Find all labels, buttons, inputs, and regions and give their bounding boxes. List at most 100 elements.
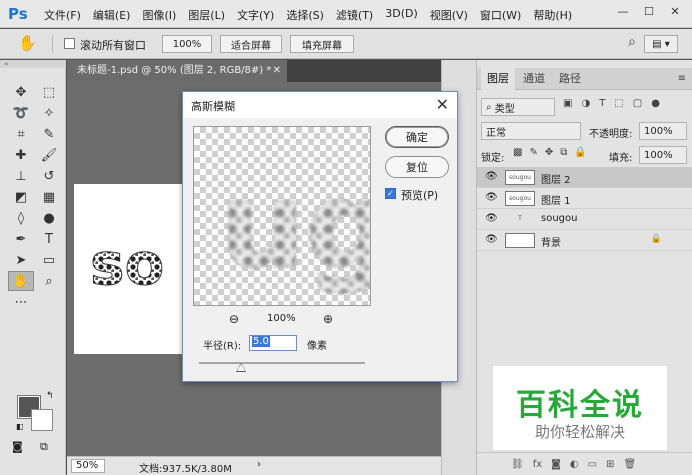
search-icon[interactable]: ⌕ [628,34,636,50]
swap-colors-icon[interactable]: ↰ [46,391,54,401]
menu-edit[interactable]: 编辑(E) [93,7,131,23]
brush-tool-icon[interactable]: 🖌 [36,145,62,165]
layer-row[interactable]: 👁 背景 🔒 [477,230,692,251]
add-mask-icon[interactable]: ◙ [551,459,561,470]
zoom-100-button[interactable]: 100% [162,35,212,53]
stamp-tool-icon[interactable]: ⊥ [8,166,34,186]
layer-row[interactable]: 👁 T sougou [477,209,692,230]
maximize-icon[interactable]: ☐ [638,3,660,19]
marquee-tool-icon[interactable]: ⬚ [36,82,62,102]
dialog-close-icon[interactable]: ✕ [436,95,449,114]
menu-image[interactable]: 图像(I) [142,7,176,23]
close-icon[interactable]: ✕ [664,3,686,19]
healing-brush-icon[interactable]: ✚ [8,145,34,165]
menu-layer[interactable]: 图层(L) [188,7,225,23]
ok-button[interactable]: 确定 [385,126,449,148]
zoom-tool-icon[interactable]: ⌕ [36,271,62,291]
status-menu-arrow-icon[interactable]: › [257,459,261,470]
dialog-title-bar[interactable]: 高斯模糊 ✕ [183,92,457,118]
workspace-switcher-icon[interactable]: ▤ ▾ [644,35,678,53]
lock-artboard-icon[interactable]: ⧉ [560,147,567,165]
filter-shape-icon[interactable]: ⬚ [614,98,623,116]
blend-mode-select[interactable]: 正常 [481,122,581,140]
menu-view[interactable]: 视图(V) [430,7,468,23]
lasso-tool-icon[interactable]: ➰ [8,103,34,123]
default-colors-icon[interactable]: ◧ [16,422,24,431]
layer-thumbnail: sougou [505,170,535,185]
visibility-eye-icon[interactable]: 👁 [485,171,498,182]
menu-3d[interactable]: 3D(D) [385,7,418,23]
tab-channels[interactable]: 通道 [517,68,551,90]
menu-help[interactable]: 帮助(H) [533,7,572,23]
menu-type[interactable]: 文字(Y) [237,7,274,23]
lock-pixels-icon[interactable]: ✎ [529,147,537,165]
fill-field[interactable]: 100% [639,146,687,164]
menu-file[interactable]: 文件(F) [44,7,81,23]
blur-tool-icon[interactable]: ◊ [8,208,34,228]
history-brush-icon[interactable]: ↺ [36,166,62,186]
crop-tool-icon[interactable]: ⌗ [8,124,34,144]
visibility-eye-icon[interactable]: 👁 [485,192,498,203]
layer-thumbnail [505,233,535,248]
panel-grip[interactable]: « [0,60,66,68]
reset-button[interactable]: 复位 [385,156,449,178]
eyedropper-icon[interactable]: ✎ [36,124,62,144]
status-zoom-field[interactable]: 50% [71,459,105,473]
radius-input[interactable]: 5.0 [249,335,297,351]
preview-zoom-value: 100% [267,313,296,324]
menu-select[interactable]: 选择(S) [286,7,324,23]
hand-tool-preset-icon[interactable]: ✋ [18,34,37,52]
move-tool-icon[interactable]: ✥ [8,82,34,102]
new-layer-icon[interactable]: ⊞ [606,459,614,470]
zoom-out-icon[interactable]: ⊖ [229,312,239,326]
opacity-field[interactable]: 100% [639,122,687,140]
filter-pixel-icon[interactable]: ▣ [563,98,572,116]
document-tab[interactable]: 未标题-1.psd @ 50% (图层 2, RGB/8#) * ✕ [67,60,287,82]
minimize-icon[interactable]: — [612,3,634,19]
radius-slider-thumb[interactable] [236,363,246,372]
tab-paths[interactable]: 路径 [553,68,587,90]
scroll-all-windows-checkbox[interactable] [64,38,75,49]
lock-position-icon[interactable]: ✥ [545,147,553,165]
type-tool-icon[interactable]: T [36,229,62,249]
layer-filter-select[interactable]: ⌕ 类型 [481,98,555,116]
shape-tool-icon[interactable]: ▭ [36,250,62,270]
visibility-eye-icon[interactable]: 👁 [485,213,498,224]
lock-all-icon[interactable]: 🔒 [574,147,586,165]
lock-transparent-icon[interactable]: ▩ [513,147,522,165]
eraser-tool-icon[interactable]: ◩ [8,187,34,207]
more-tools-icon[interactable]: ⋯ [8,292,34,312]
tab-layers[interactable]: 图层 [481,68,515,90]
filter-smart-icon[interactable]: ▢ [633,98,642,116]
filter-toggle-icon[interactable]: ● [651,98,660,116]
layer-row[interactable]: 👁 sougou 图层 1 [477,188,692,209]
preview-checkbox[interactable]: ✓ [385,188,396,199]
visibility-eye-icon[interactable]: 👁 [485,234,498,245]
document-close-icon[interactable]: ✕ [273,60,281,82]
zoom-in-icon[interactable]: ⊕ [323,312,333,326]
path-select-icon[interactable]: ➤ [8,250,34,270]
quick-mask-icon[interactable]: ◙ [12,440,23,453]
pen-tool-icon[interactable]: ✒ [8,229,34,249]
hand-tool-icon[interactable]: ✋ [8,271,34,291]
radius-slider-track[interactable] [199,362,365,364]
filter-type-icon[interactable]: T [599,98,605,116]
fit-screen-button[interactable]: 适合屏幕 [220,35,282,53]
link-layers-icon[interactable]: ⛓ [511,459,524,470]
screen-mode-icon[interactable]: ⧉ [40,440,48,454]
dodge-tool-icon[interactable]: ● [36,208,62,228]
fill-screen-button[interactable]: 填充屏幕 [290,35,354,53]
gradient-tool-icon[interactable]: ▦ [36,187,62,207]
new-group-icon[interactable]: ▭ [588,459,597,470]
filter-preview[interactable]: ug [193,126,371,306]
magic-wand-icon[interactable]: ✧ [36,103,62,123]
filter-adjust-icon[interactable]: ◑ [581,98,590,116]
background-color-swatch[interactable] [31,409,53,431]
new-adjustment-icon[interactable]: ◐ [570,459,579,470]
panel-menu-icon[interactable]: ≡ [678,73,686,84]
delete-layer-icon[interactable]: 🗑 [623,459,636,470]
menu-window[interactable]: 窗口(W) [480,7,521,23]
layer-row[interactable]: 👁 sougou 图层 2 [477,167,692,188]
layer-style-icon[interactable]: fx [533,459,542,470]
menu-filter[interactable]: 滤镜(T) [336,7,373,23]
